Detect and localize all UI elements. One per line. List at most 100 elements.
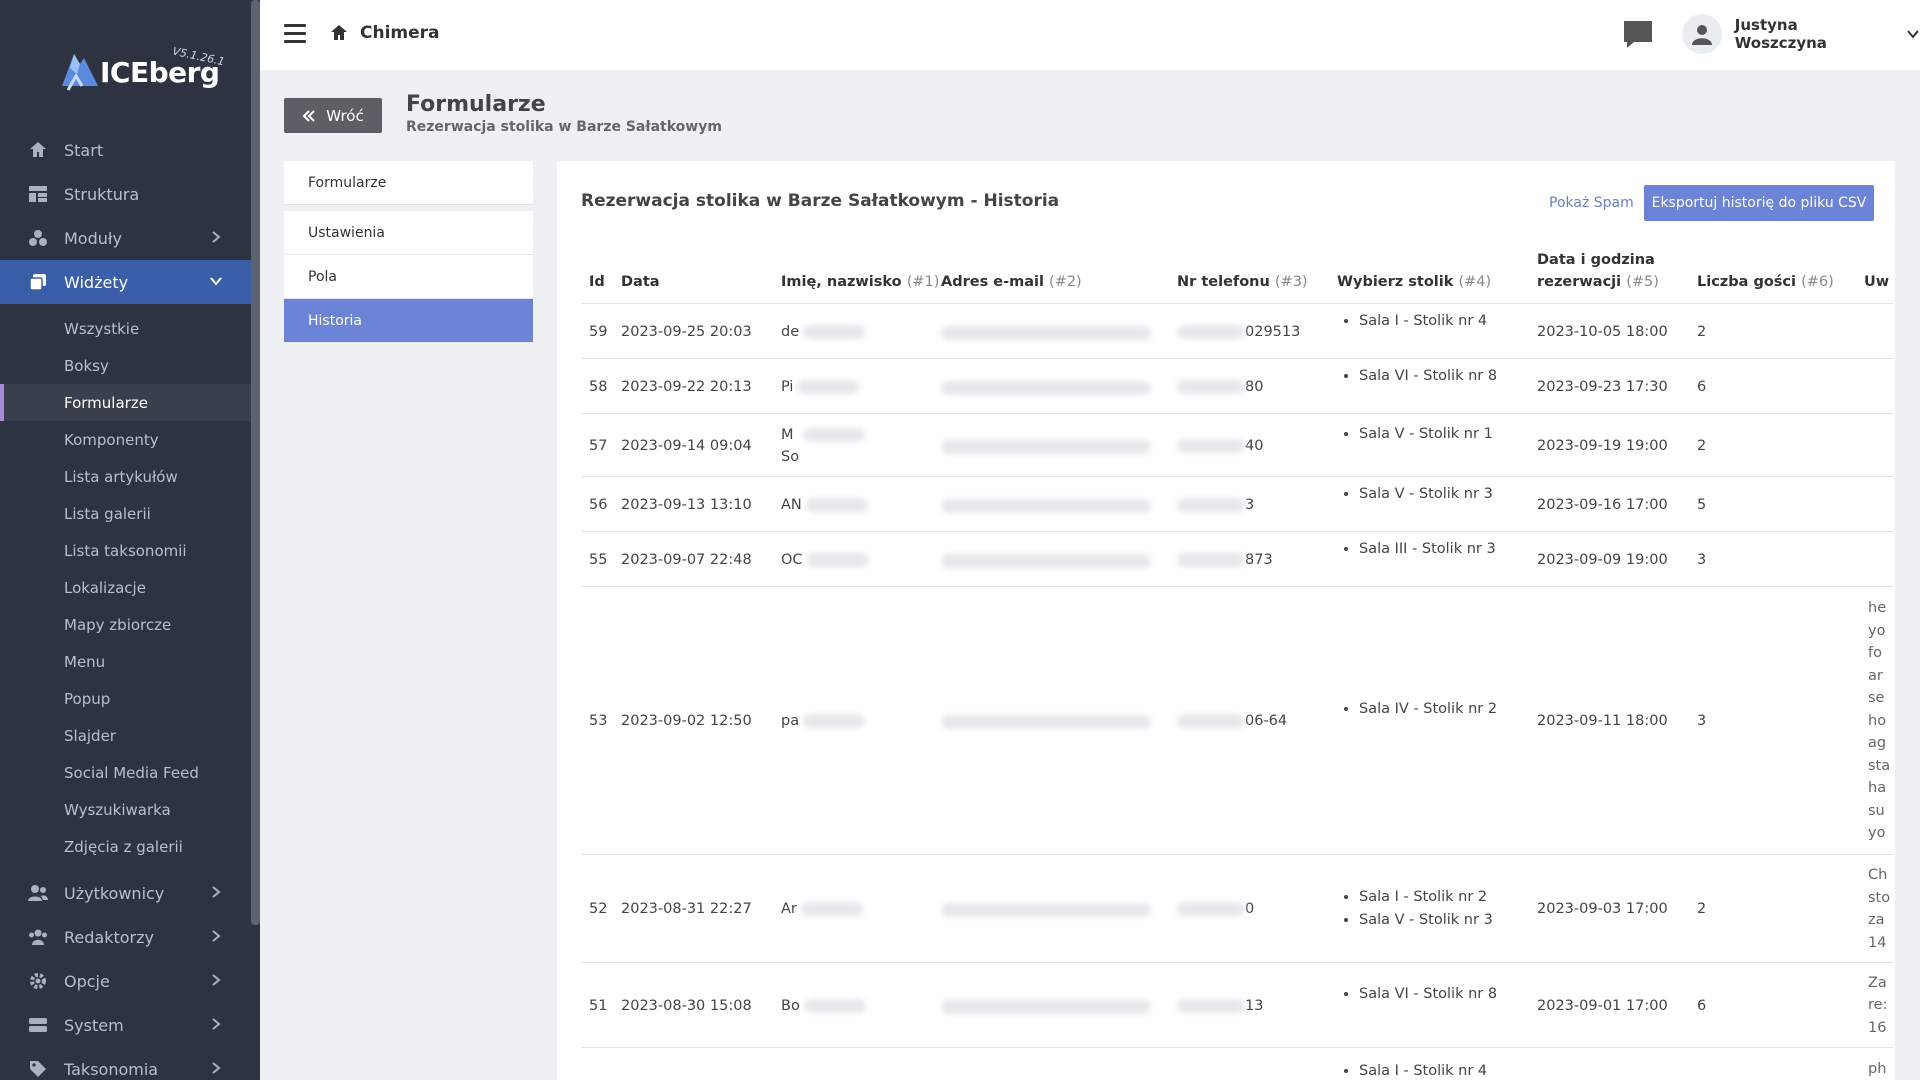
chat-icon[interactable]	[1622, 18, 1654, 50]
cell-table-choice: Sala I - Stolik nr 4	[1337, 1060, 1487, 1080]
sidebar-item-struktura[interactable]: Struktura	[0, 172, 251, 216]
table-row[interactable]: 59 2023-09-25 20:03 de 029513 Sala I - Stoli…	[581, 304, 1893, 359]
cell-reservation-datetime: 2023-10-05 18:00	[1537, 323, 1668, 340]
redacted-name	[800, 902, 863, 916]
sidebar-item-widzety[interactable]: Widżety	[0, 260, 251, 304]
column-header-id[interactable]: Id	[589, 271, 605, 293]
submenu-item-slajder[interactable]: Slajder	[0, 717, 251, 754]
cell-phone-text: 80	[1245, 378, 1264, 395]
submenu-item-komponenty[interactable]: Komponenty	[0, 421, 251, 458]
sidebar-item-start[interactable]: Start	[0, 128, 251, 172]
cell-phone-text: 13	[1245, 997, 1264, 1014]
submenu-item-wszystkie[interactable]: Wszystkie	[0, 310, 251, 347]
home-icon	[331, 25, 347, 40]
page-subtitle: Rezerwacja stolika w Barze Sałatkowym	[406, 119, 722, 135]
table-choice-item: Sala VI - Stolik nr 8	[1359, 365, 1497, 388]
submenu-item-menu[interactable]: Menu	[0, 643, 251, 680]
column-header-name[interactable]: Imię, nazwisko (#1)	[781, 271, 939, 293]
cell-phone-text: 029513	[1245, 323, 1301, 340]
submenu-item-social-media-feed[interactable]: Social Media Feed	[0, 754, 251, 791]
user-menu[interactable]: Justyna Woszczyna	[1682, 14, 1920, 54]
chevron-down-icon	[210, 277, 222, 286]
home-icon	[28, 140, 48, 160]
submenu-item-lista-artykulow[interactable]: Lista artykułów	[0, 458, 251, 495]
redacted-email	[941, 380, 1151, 395]
table-row[interactable]: 58 2023-09-22 20:13 Pi 80 Sala VI - Stolik n…	[581, 359, 1893, 414]
table-choice-item: Sala VI - Stolik nr 8	[1359, 983, 1497, 1006]
table-row[interactable]: 56 2023-09-13 13:10 AN 3 Sala V - Stolik nr …	[581, 477, 1893, 532]
cell-date: 2023-09-22 20:13	[621, 378, 752, 395]
redacted-email	[941, 325, 1151, 340]
submenu-item-mapy-zbiorcze[interactable]: Mapy zbiorcze	[0, 606, 251, 643]
breadcrumb[interactable]: Chimera	[330, 23, 440, 43]
submenu-item-lista-galerii[interactable]: Lista galerii	[0, 495, 251, 532]
chevron-down-icon	[1907, 30, 1919, 39]
redacted-email	[941, 999, 1151, 1014]
submenu-item-lista-taksonomii[interactable]: Lista taksonomii	[0, 532, 251, 569]
submenu-item-boksy[interactable]: Boksy	[0, 347, 251, 384]
export-csv-button[interactable]: Eksportuj historię do pliku CSV	[1644, 185, 1874, 221]
back-button[interactable]: Wróć	[284, 98, 382, 133]
tab-historia[interactable]: Historia	[284, 299, 533, 343]
table-row[interactable]: 53 2023-09-02 12:50 pa 06-64 Sala IV - Stoli…	[581, 587, 1893, 855]
submenu-item-popup[interactable]: Popup	[0, 680, 251, 717]
tab-ustawienia[interactable]: Ustawienia	[284, 211, 533, 255]
cell-table-choice: Sala VI - Stolik nr 8	[1337, 983, 1497, 1006]
cell-name-text: AN	[781, 496, 802, 513]
cell-name: Pi	[781, 376, 860, 398]
column-header-date[interactable]: Data	[621, 271, 660, 293]
cell-name-text: Bo	[781, 997, 800, 1014]
table-choice-item: Sala V - Stolik nr 3	[1359, 483, 1493, 506]
table-row[interactable]: 52 2023-08-31 22:27 Ar 0 Sala I - Stolik nr …	[581, 855, 1893, 963]
sidebar-item-opcje[interactable]: Opcje	[0, 959, 251, 1003]
column-header-notes[interactable]: Uw	[1864, 271, 1894, 293]
cell-table-choice: Sala VI - Stolik nr 8	[1337, 365, 1497, 388]
cell-phone: 029513	[1177, 321, 1300, 343]
cell-notes: ph	[1868, 1058, 1895, 1080]
submenu-item-zdjecia-z-galerii[interactable]: Zdjęcia z galerii	[0, 828, 251, 865]
column-header-email[interactable]: Adres e-mail (#2)	[941, 271, 1082, 293]
chevron-right-icon	[212, 1062, 221, 1074]
sidebar-item-system[interactable]: System	[0, 1003, 251, 1047]
iceberg-logo[interactable]: ICEberg V5.1.26.1	[58, 42, 228, 102]
redacted-email	[941, 553, 1151, 568]
page-title: Formularze	[406, 92, 546, 117]
show-spam-link[interactable]: Pokaż Spam	[1549, 195, 1634, 211]
sidebar-item-redaktorzy[interactable]: Redaktorzy	[0, 915, 251, 959]
submenu-item-lokalizacje[interactable]: Lokalizacje	[0, 569, 251, 606]
sidebar-item-moduly[interactable]: Moduły	[0, 216, 251, 260]
sidebar-item-label: Opcje	[64, 971, 110, 991]
submenu-item-formularze[interactable]: Formularze	[0, 384, 251, 421]
column-header-phone[interactable]: Nr telefonu (#3)	[1177, 271, 1308, 293]
sidebar-item-uzytkownicy[interactable]: Użytkownicy	[0, 871, 251, 915]
card-title: Rezerwacja stolika w Barze Sałatkowym - …	[581, 191, 1060, 211]
table-row[interactable]: 57 2023-09-14 09:04 M So 40 Sala V - Stolik …	[581, 414, 1893, 477]
cell-id: 55	[589, 551, 608, 568]
sidebar-item-label: Moduły	[64, 228, 122, 248]
structure-icon	[28, 184, 48, 204]
chevron-right-icon	[212, 886, 221, 898]
sidebar-item-taksonomia[interactable]: Taksonomia	[0, 1047, 251, 1080]
sidebar-scrollbar[interactable]	[251, 0, 260, 925]
table-row[interactable]: 55 2023-09-07 22:48 OC 873 Sala III - Stolik…	[581, 532, 1893, 587]
column-header-reservation-datetime[interactable]: Data i godzina rezerwacji (#5)	[1537, 249, 1659, 293]
tab-formularze[interactable]: Formularze	[284, 161, 533, 205]
cell-name-text: Ar	[781, 901, 797, 917]
cell-date: 2023-08-30 15:08	[621, 997, 752, 1014]
notes-line: ag	[1868, 735, 1887, 752]
tab-pola[interactable]: Pola	[284, 255, 533, 299]
submenu-item-wyszukiwarka[interactable]: Wyszukiwarka	[0, 791, 251, 828]
table-row[interactable]: 51 2023-08-30 15:08 Bo 13 Sala VI - Stolik n…	[581, 963, 1893, 1048]
table-row[interactable]: Sala I - Stolik nr 4 ph	[581, 1048, 1893, 1080]
cell-id: 51	[589, 997, 608, 1014]
notes-line: za	[1868, 912, 1885, 928]
redacted-phone	[1177, 902, 1245, 916]
form-tabs: Formularze Ustawienia Pola Historia	[284, 161, 533, 343]
notes-line: sto	[1868, 889, 1891, 906]
hamburger-menu-icon[interactable]	[284, 24, 306, 44]
column-header-guests[interactable]: Liczba gości (#6)	[1697, 271, 1834, 293]
column-header-table[interactable]: Wybierz stolik (#4)	[1337, 271, 1491, 293]
cell-table-choice: Sala I - Stolik nr 2Sala V - Stolik nr 3	[1337, 886, 1493, 932]
cell-notes: Ch sto za 14	[1868, 864, 1895, 954]
cell-reservation-datetime: 2023-09-09 19:00	[1537, 551, 1668, 568]
